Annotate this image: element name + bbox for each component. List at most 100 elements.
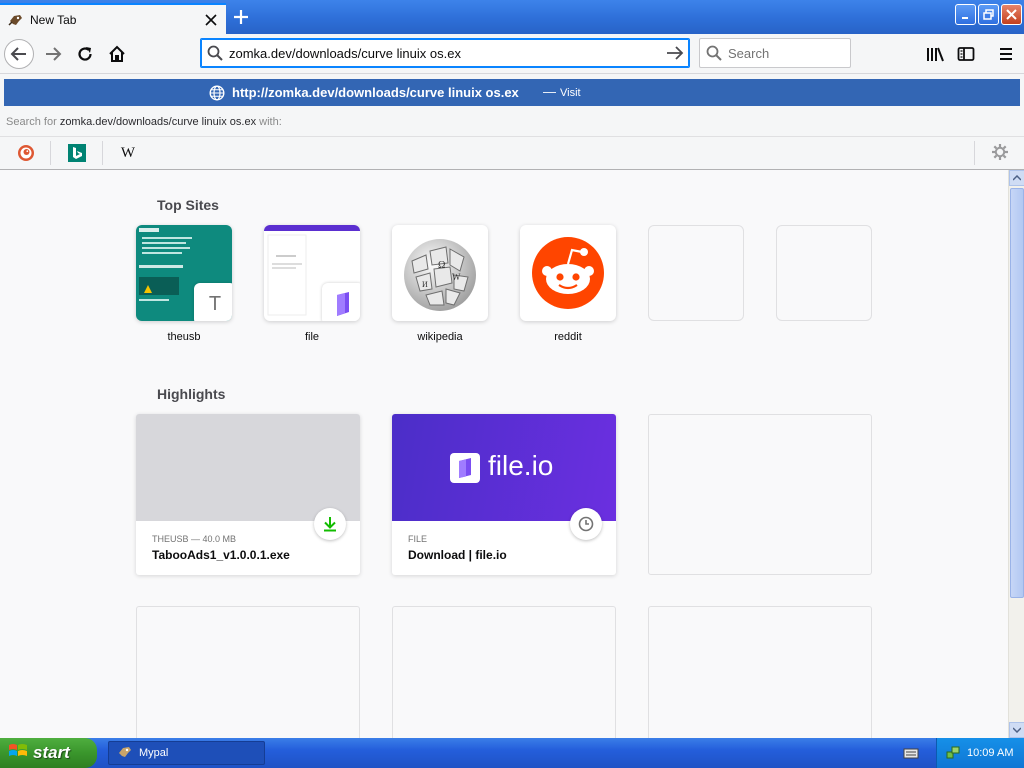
theusb-letter-badge: T [194, 283, 232, 321]
top-site-placeholder [776, 225, 872, 321]
new-tab-plus-icon[interactable] [229, 5, 253, 29]
top-site-file[interactable]: file [264, 225, 360, 343]
search-settings-gear-icon[interactable] [991, 143, 1009, 164]
forward-button[interactable] [38, 39, 68, 69]
restore-window-icon[interactable] [978, 4, 999, 25]
card-context: THEUSB — 40.0 MB [152, 534, 237, 544]
highlight-empty-slot [648, 414, 872, 575]
search-for-query: zomka.dev/downloads/curve linuix os.ex [59, 116, 257, 128]
card-title: Download | file.io [408, 548, 507, 562]
url-input[interactable]: zomka.dev/downloads/curve linuix os.ex [229, 46, 661, 61]
tab-new-tab[interactable]: New Tab [0, 3, 226, 34]
navigation-toolbar: zomka.dev/downloads/curve linuix os.ex [0, 34, 1024, 74]
highlight-card-theusb[interactable]: THEUSB — 40.0 MB TabooAds1_v1.0.0.1.exe [136, 414, 360, 575]
theusb-letter: T [208, 292, 222, 315]
start-button[interactable]: start [0, 738, 97, 768]
title-bar: New Tab [0, 0, 1024, 34]
scroll-up-arrow-icon[interactable] [1009, 170, 1024, 186]
top-site-thumbnail [264, 225, 360, 321]
back-button[interactable] [4, 39, 34, 69]
start-label: start [33, 743, 70, 762]
back-arrow-icon [10, 47, 26, 61]
wikipedia-glyph: W [120, 144, 136, 161]
highlight-card-fileio[interactable]: file.io FILE Download | file.io [392, 414, 616, 575]
taskbar-item-mypal[interactable]: Mypal [108, 741, 265, 765]
heuristic-action-label: Visit [560, 87, 581, 99]
tray-network-icon[interactable] [945, 744, 961, 763]
reddit-logo-icon [532, 237, 604, 309]
duckduckgo-icon[interactable] [16, 143, 36, 163]
highlight-empty-slot [392, 606, 616, 738]
keyboard-layout-icon[interactable] [903, 746, 919, 763]
taskbar-item-label: Mypal [139, 747, 169, 759]
fileio-brand-icon [450, 453, 480, 483]
forward-arrow-icon [46, 47, 62, 61]
top-site-thumbnail: Ω W И [392, 225, 488, 321]
top-sites-heading: Top Sites [157, 197, 219, 213]
search-for-suffix: with: [259, 116, 282, 128]
top-site-placeholder [648, 225, 744, 321]
top-site-thumbnail: T [136, 225, 232, 321]
url-autocomplete-popup: http://zomka.dev/downloads/curve linuix … [0, 74, 1024, 170]
tab-title: New Tab [30, 12, 77, 27]
search-for-label: Search for zomka.dev/downloads/curve lin… [6, 116, 282, 128]
close-window-icon[interactable] [1001, 4, 1022, 25]
mypal-app-icon [117, 744, 133, 763]
bing-icon[interactable] [67, 143, 87, 163]
sidebar-toggle-icon[interactable] [955, 43, 977, 65]
scrollbar-thumb[interactable] [1010, 188, 1024, 598]
search-for-prefix: Search for [6, 116, 57, 128]
top-site-reddit[interactable]: reddit [520, 225, 616, 343]
clock: 10:09 AM [967, 747, 1014, 759]
highlight-empty-slot [648, 606, 872, 738]
hamburger-menu-icon[interactable] [995, 43, 1017, 65]
top-site-wikipedia[interactable]: Ω W И wikipedia [392, 225, 488, 343]
top-site-label: file [304, 331, 320, 343]
fileio-logo-icon [322, 283, 360, 321]
search-bar[interactable] [699, 38, 851, 68]
svg-text:И: И [422, 280, 428, 289]
reload-icon [78, 47, 92, 61]
heuristic-separator: — [543, 84, 556, 99]
windows-taskbar: start Mypal 10:09 AM [0, 738, 1024, 768]
go-arrow-icon[interactable] [661, 45, 689, 61]
search-icon [201, 45, 229, 61]
top-site-empty-slot[interactable] [776, 225, 872, 321]
vertical-scrollbar[interactable] [1008, 170, 1024, 738]
heuristic-result-row[interactable]: http://zomka.dev/downloads/curve linuix … [4, 79, 1020, 106]
card-image-placeholder [136, 414, 360, 521]
heuristic-url: http://zomka.dev/downloads/curve linuix … [232, 85, 519, 100]
top-site-thumbnail [520, 225, 616, 321]
top-site-label: theusb [167, 331, 201, 343]
library-icon[interactable] [924, 43, 946, 65]
wikipedia-icon[interactable]: W [118, 143, 138, 163]
windows-flag-icon [8, 742, 28, 765]
svg-text:Ω: Ω [438, 260, 445, 271]
search-bar-magnifier-icon [700, 45, 728, 61]
download-icon [314, 508, 346, 540]
url-bar[interactable]: zomka.dev/downloads/curve linuix os.ex [200, 38, 690, 68]
top-site-theusb[interactable]: T theusb [136, 225, 232, 343]
globe-icon [209, 85, 225, 104]
highlights-heading: Highlights [157, 386, 226, 402]
clock-icon [570, 508, 602, 540]
top-site-label: wikipedia [417, 331, 463, 343]
close-tab-icon[interactable] [200, 9, 222, 31]
fileio-brand-text: file.io [488, 450, 554, 481]
card-context: FILE [408, 534, 428, 544]
top-site-empty-slot[interactable] [648, 225, 744, 321]
highlight-empty-slot [136, 606, 360, 738]
svg-text:W: W [452, 272, 461, 282]
home-icon [109, 45, 125, 62]
one-off-search-engines: W [0, 136, 1024, 168]
system-tray: 10:09 AM [936, 738, 1024, 768]
minimize-window-icon[interactable] [955, 4, 976, 25]
card-title: TabooAds1_v1.0.0.1.exe [152, 548, 290, 562]
home-button[interactable] [102, 39, 132, 69]
scroll-down-arrow-icon[interactable] [1009, 722, 1024, 738]
wikipedia-globe-icon: Ω W И [404, 239, 476, 311]
top-site-label: reddit [554, 331, 582, 343]
reload-button[interactable] [70, 39, 100, 69]
search-input[interactable] [728, 45, 838, 61]
new-tab-page: Top Sites T theusb file Ω W И wikipedia … [0, 170, 1008, 738]
